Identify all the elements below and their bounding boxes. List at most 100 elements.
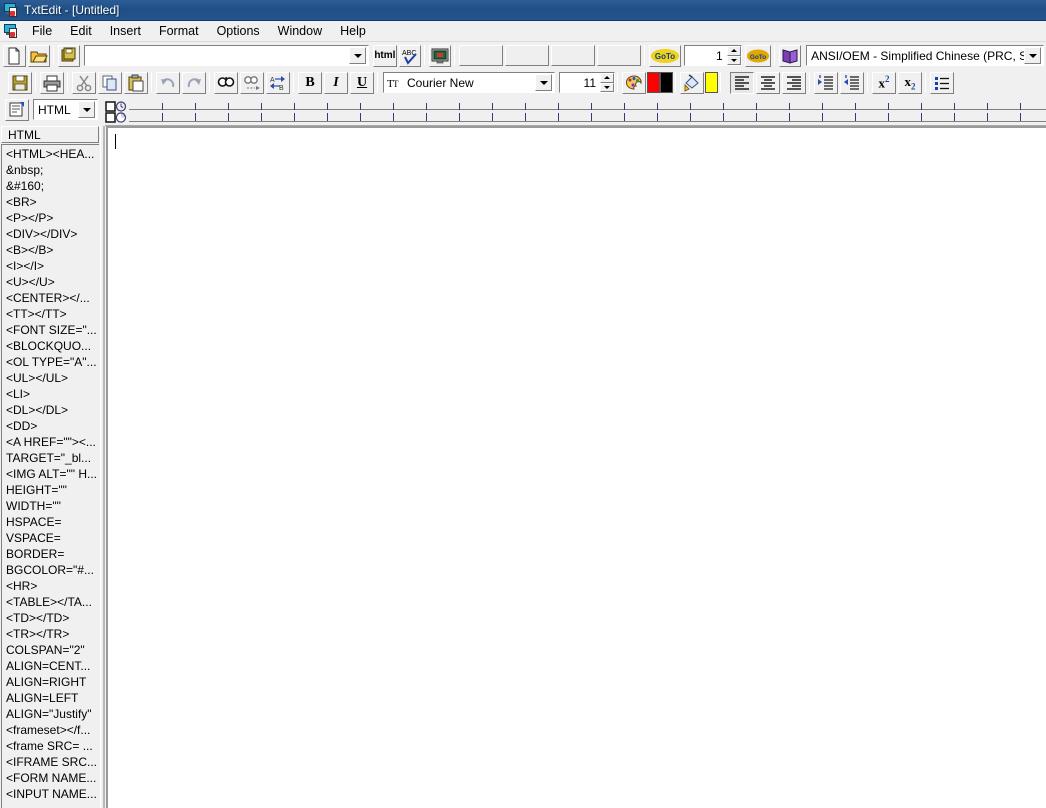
snippet-item[interactable]: <TT></TT> [2, 306, 99, 322]
snippet-item[interactable]: <HR> [2, 578, 99, 594]
snippet-item[interactable]: <frame SRC= ... [2, 738, 99, 754]
snippet-item[interactable]: <FORM NAME... [2, 770, 99, 786]
print-button[interactable] [40, 71, 64, 94]
snippet-item[interactable]: WIDTH="" [2, 498, 99, 514]
snippet-item[interactable]: &nbsp; [2, 162, 99, 178]
snippet-item[interactable]: <frameset></f... [2, 722, 99, 738]
align-right-button[interactable] [782, 71, 806, 94]
snippet-item[interactable]: <IFRAME SRC... [2, 754, 99, 770]
new-file-button[interactable] [3, 44, 26, 67]
snippet-set-arrow[interactable] [78, 101, 95, 118]
snippet-item[interactable]: <U></U> [2, 274, 99, 290]
align-center-button[interactable] [756, 71, 780, 94]
snippet-item[interactable]: BGCOLOR="#... [2, 562, 99, 578]
snippet-item[interactable]: <BR> [2, 194, 99, 210]
font-size-spin-buttons[interactable] [600, 73, 614, 92]
background-color-swatch[interactable] [660, 72, 673, 93]
snippet-item[interactable]: <UL></UL> [2, 370, 99, 386]
replace-button[interactable]: AB [266, 71, 290, 94]
snippet-item[interactable]: <CENTER></... [2, 290, 99, 306]
find-button[interactable] [214, 71, 238, 94]
goto-spin-buttons[interactable] [726, 46, 741, 65]
blank-button-2[interactable] [504, 45, 549, 66]
snippet-item[interactable]: <DD> [2, 418, 99, 434]
preview-monitor-button[interactable] [428, 44, 452, 67]
snippet-item[interactable]: <IMG ALT="" H... [2, 466, 99, 482]
menu-edit[interactable]: Edit [61, 22, 101, 40]
save-button[interactable] [8, 71, 32, 94]
redo-button[interactable] [182, 71, 206, 94]
ruler[interactable] [105, 100, 1046, 126]
menu-format[interactable]: Format [150, 22, 208, 40]
spellcheck-button[interactable]: ABC [398, 44, 422, 67]
menu-file[interactable]: File [23, 22, 61, 40]
snippet-item[interactable]: <TD></TD> [2, 610, 99, 626]
snippet-item[interactable]: <HTML><HEA... [2, 146, 99, 162]
snippet-item[interactable]: ALIGN=CENT... [2, 658, 99, 674]
undo-button[interactable] [156, 71, 180, 94]
text-editor[interactable] [106, 126, 1046, 808]
goto-button[interactable]: GoTo [648, 44, 681, 67]
snippet-item[interactable]: <TABLE></TA... [2, 594, 99, 610]
subscript-button[interactable]: x2 [898, 71, 922, 94]
font-name-arrow[interactable] [535, 74, 552, 91]
blank-button-1[interactable] [458, 45, 503, 66]
snippet-item[interactable]: COLSPAN="2" [2, 642, 99, 658]
goto-line-spinner[interactable]: 1 [683, 45, 742, 66]
menu-options[interactable]: Options [208, 22, 269, 40]
encoding-combo-arrow[interactable] [1024, 47, 1042, 64]
snippet-item[interactable]: <DIV></DIV> [2, 226, 99, 242]
bold-button[interactable]: B [298, 71, 322, 94]
snippet-list[interactable]: <HTML><HEA... &nbsp; &#160; <BR> <P></P> <DIV… [1, 144, 99, 808]
decrease-indent-button[interactable] [840, 71, 864, 94]
menu-help[interactable]: Help [331, 22, 375, 40]
file-combo[interactable] [84, 45, 370, 66]
snippet-item[interactable]: <BLOCKQUO... [2, 338, 99, 354]
copy-button[interactable] [98, 71, 122, 94]
html-tag-button[interactable]: html [373, 44, 397, 67]
snippet-item[interactable]: HSPACE= [2, 514, 99, 530]
menu-insert[interactable]: Insert [101, 22, 150, 40]
snippet-item[interactable]: <TR></TR> [2, 626, 99, 642]
blank-button-3[interactable] [550, 45, 595, 66]
snippet-item[interactable]: ALIGN=RIGHT [2, 674, 99, 690]
snippet-item[interactable]: <A HREF=""><... [2, 434, 99, 450]
superscript-button[interactable]: x2 [872, 71, 896, 94]
snippet-item[interactable]: <LI> [2, 386, 99, 402]
file-combo-arrow[interactable] [349, 47, 367, 64]
snippet-item[interactable]: <DL></DL> [2, 402, 99, 418]
font-color-palette-button[interactable] [622, 71, 646, 94]
dictionary-book-button[interactable] [778, 44, 802, 67]
bullet-list-button[interactable] [930, 71, 954, 94]
document-menu-icon[interactable] [3, 23, 19, 39]
highlight-fill-button[interactable] [680, 71, 704, 94]
snippet-item[interactable]: &#160; [2, 178, 99, 194]
snippet-item[interactable]: ALIGN=LEFT [2, 690, 99, 706]
snippet-item[interactable]: ALIGN="Justify" [2, 706, 99, 722]
menu-window[interactable]: Window [269, 22, 331, 40]
foreground-color-swatch[interactable] [647, 72, 660, 93]
goto-small-button[interactable]: GoTo [744, 44, 771, 67]
increase-indent-button[interactable] [814, 71, 838, 94]
snippet-item[interactable]: <FONT SIZE="... [2, 322, 99, 338]
snippet-item[interactable]: <OL TYPE="A"... [2, 354, 99, 370]
highlight-color-swatch[interactable] [705, 72, 718, 93]
font-size-spinner[interactable]: 11 [559, 72, 615, 93]
snippet-properties-button[interactable] [5, 98, 29, 121]
save-all-button[interactable] [57, 44, 81, 67]
snippet-item[interactable]: <I></I> [2, 258, 99, 274]
paste-button[interactable] [124, 71, 148, 94]
font-name-combo[interactable]: TT Courier New [383, 72, 555, 93]
snippet-item[interactable]: <B></B> [2, 242, 99, 258]
snippet-item[interactable]: HEIGHT="" [2, 482, 99, 498]
italic-button[interactable]: I [324, 71, 348, 94]
snippet-item[interactable]: <P></P> [2, 210, 99, 226]
snippet-set-combo[interactable]: HTML [33, 99, 98, 120]
underline-button[interactable]: U [350, 71, 374, 94]
ruler-marker-icons[interactable] [105, 101, 129, 125]
snippet-item[interactable]: BORDER= [2, 546, 99, 562]
snippet-item[interactable]: TARGET="_bl... [2, 450, 99, 466]
open-file-button[interactable] [27, 44, 51, 67]
blank-button-4[interactable] [596, 45, 641, 66]
align-left-button[interactable] [730, 71, 754, 94]
